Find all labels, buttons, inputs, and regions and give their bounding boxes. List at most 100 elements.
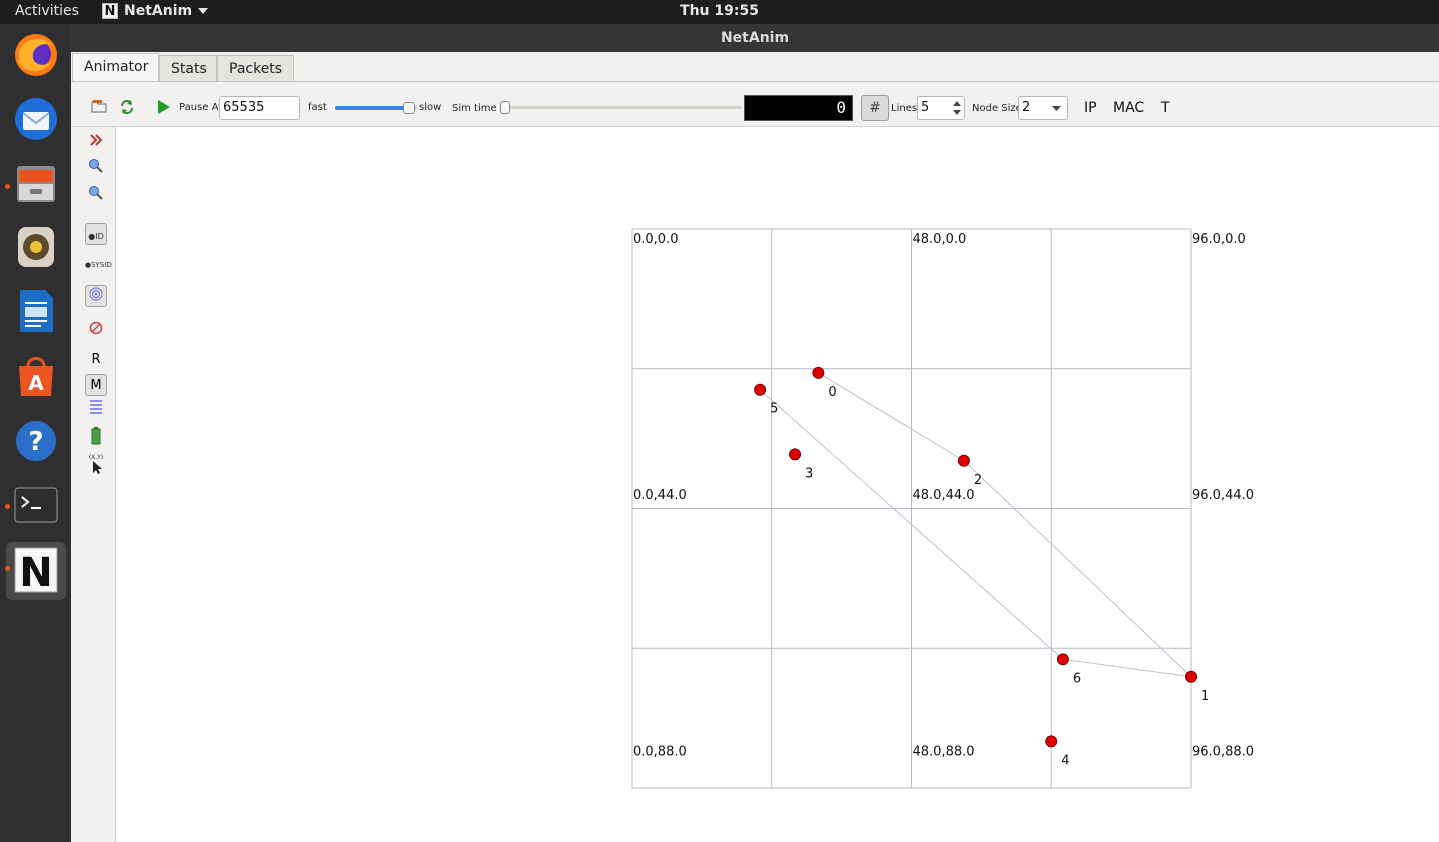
dock-terminal[interactable] <box>13 482 59 528</box>
reload-icon[interactable] <box>119 99 135 115</box>
grid-coordinate-label: 96.0,44.0 <box>1192 488 1254 503</box>
double-chevron-right-icon <box>90 134 103 146</box>
node-label: 0 <box>828 385 836 400</box>
node-label: 3 <box>805 466 813 481</box>
thunderbird-icon <box>15 98 57 140</box>
svg-text:N: N <box>19 550 52 596</box>
running-indicator <box>5 504 10 509</box>
grid-coordinate-label: 0.0,0.0 <box>633 232 678 247</box>
dock: A ? N <box>0 24 72 842</box>
zoom-in-icon <box>89 159 103 173</box>
ip-toggle[interactable]: IP <box>1084 100 1097 116</box>
grid-coordinate-label: 96.0,88.0 <box>1192 744 1254 759</box>
tab-stats[interactable]: Stats <box>159 55 217 81</box>
fast-label: fast <box>308 102 327 113</box>
packet-list-button[interactable] <box>85 399 107 421</box>
window-title: NetAnim <box>720 30 790 46</box>
expand-toolbar-button[interactable] <box>85 132 107 154</box>
show-sysid-button[interactable]: ●SYSID <box>85 254 112 276</box>
tab-packets[interactable]: Packets <box>217 55 294 81</box>
lines-label: Lines <box>891 103 918 114</box>
dock-netanim[interactable]: N <box>6 542 66 600</box>
firefox-icon <box>15 34 57 76</box>
node-label: 5 <box>770 402 778 417</box>
speed-slider-handle[interactable] <box>402 102 415 114</box>
t-toggle[interactable]: T <box>1161 100 1170 116</box>
dock-files[interactable] <box>13 160 59 206</box>
grid-toggle-button[interactable]: # <box>861 95 889 121</box>
node-3 <box>789 448 802 461</box>
wireless-circles-icon <box>89 287 103 301</box>
svg-text:(X,Y): (X,Y) <box>89 454 103 461</box>
node-0 <box>812 366 825 379</box>
id-icon: ●ID <box>88 232 104 241</box>
slow-label: slow <box>419 102 442 113</box>
dock-writer[interactable] <box>13 288 59 334</box>
grid-coordinate-label: 0.0,88.0 <box>633 744 687 759</box>
tab-animator[interactable]: Animator <box>72 53 159 81</box>
side-toolbar: ●ID ●SYSID R M (X,Y) <box>71 127 116 842</box>
stacked-lines-icon <box>90 400 102 414</box>
dock-firefox[interactable] <box>13 32 59 78</box>
node-2 <box>957 454 970 467</box>
dock-help[interactable]: ? <box>13 418 59 464</box>
play-icon[interactable] <box>157 100 171 114</box>
files-icon <box>17 166 55 202</box>
no-entry-icon <box>89 321 103 335</box>
sim-time-slider-handle[interactable] <box>500 101 510 114</box>
system-top-bar: Activities N NetAnim Thu 19:55 <box>0 0 1439 24</box>
grid-coordinate-label: 48.0,0.0 <box>913 232 967 247</box>
node-4 <box>1045 735 1058 748</box>
node-5 <box>754 383 767 396</box>
chevron-down-icon <box>1052 106 1061 111</box>
pause-at-input[interactable]: 65535 <box>219 96 300 120</box>
show-wireless-button[interactable] <box>85 285 107 307</box>
node-size-select[interactable]: 2 <box>1018 96 1068 120</box>
dock-software[interactable]: A <box>13 352 59 398</box>
zoom-in-button[interactable] <box>85 158 107 180</box>
grid-coordinate-label: 48.0,88.0 <box>913 744 975 759</box>
mouse-position-button[interactable]: (X,Y) <box>85 453 107 475</box>
zoom-out-icon <box>89 186 103 200</box>
rhythmbox-icon <box>18 227 54 267</box>
clock[interactable]: Thu 19:55 <box>0 3 1439 19</box>
topology-view[interactable]: 0.0,0.0 48.0,0.0 96.0,0.0 0.0,44.0 48.0,44.0… <box>116 127 1439 842</box>
netanim-icon: N <box>14 547 58 596</box>
sim-time-display: 0 <box>836 98 846 117</box>
sim-time-lcd: 0 <box>744 95 853 121</box>
link-line <box>1062 658 1192 678</box>
lines-spinbox[interactable]: 5 <box>917 96 965 120</box>
speed-slider-fill <box>335 106 409 110</box>
running-indicator <box>5 184 10 189</box>
open-file-icon[interactable] <box>91 99 107 113</box>
node-label: 2 <box>974 473 982 488</box>
lines-value: 5 <box>921 100 930 115</box>
battery-icon <box>91 427 101 445</box>
node-label: 4 <box>1061 753 1069 768</box>
hash-icon: # <box>869 100 881 116</box>
speed-slider[interactable] <box>335 102 417 114</box>
writer-icon <box>20 290 53 332</box>
grid-coordinate-label: 96.0,0.0 <box>1192 232 1246 247</box>
zoom-out-button[interactable] <box>85 185 107 207</box>
window-title-bar[interactable]: NetAnim <box>71 24 1439 52</box>
sim-time-slider[interactable] <box>500 101 742 114</box>
stop-button[interactable] <box>85 320 107 342</box>
svg-text:A: A <box>28 371 44 395</box>
dock-rhythmbox[interactable] <box>13 224 59 270</box>
dock-thunderbird[interactable] <box>13 96 59 142</box>
tab-bar: Animator Stats Packets <box>71 52 1439 82</box>
cursor-xy-icon: (X,Y) <box>89 454 103 474</box>
show-node-id-button[interactable]: ●ID <box>85 223 107 245</box>
battery-button[interactable] <box>85 427 107 449</box>
animation-canvas[interactable]: 0.0,0.0 48.0,0.0 96.0,0.0 0.0,44.0 48.0,44.0… <box>116 127 1439 842</box>
sysid-icon: ●SYSID <box>85 261 112 269</box>
reset-button[interactable]: R <box>85 349 107 371</box>
spin-arrows-icon[interactable] <box>953 100 961 116</box>
node-6 <box>1056 653 1069 666</box>
node-1 <box>1185 670 1197 683</box>
mobility-button[interactable]: M <box>85 374 107 396</box>
svg-text:?: ? <box>28 427 43 457</box>
node-label: 1 <box>1201 689 1209 704</box>
mac-toggle[interactable]: MAC <box>1113 100 1144 116</box>
